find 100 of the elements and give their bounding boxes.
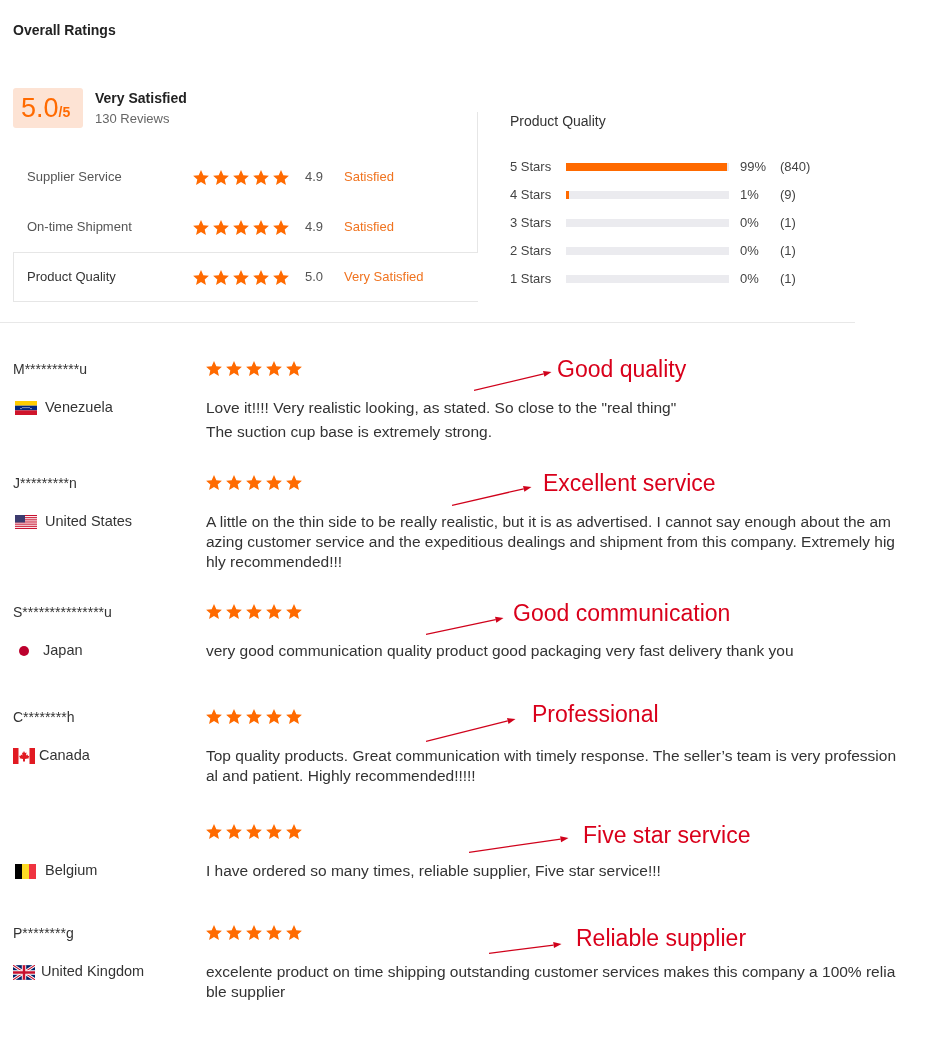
overall-verdict: Very Satisfied (95, 88, 187, 107)
country-name: Venezuela (45, 398, 113, 418)
review-text: very good communication quality product good packaging very fast delivery thank you (206, 641, 795, 661)
star-icon (226, 824, 242, 839)
star-icon (246, 925, 262, 940)
star-icon (206, 925, 222, 940)
star-icon (193, 169, 209, 185)
star-icon (286, 475, 302, 490)
star-icon (226, 361, 242, 376)
country-name: Belgium (45, 861, 98, 881)
star-icon (253, 269, 269, 285)
rating-verdict: Satisfied (344, 168, 394, 187)
star-icon (206, 604, 222, 619)
star-icon (286, 824, 302, 839)
rating-label: Product Quality (27, 268, 117, 287)
star-icon (206, 709, 222, 724)
star-icon (286, 361, 302, 376)
star-icon (193, 269, 209, 285)
percent-value: 0% (740, 270, 760, 289)
review-text: excelente product on time shipping outstanding customer services makes this company a 100% reliable supplier (206, 962, 897, 1002)
star-icon (246, 361, 262, 376)
country-name: United Kingdom (41, 962, 145, 982)
star-icon (266, 604, 282, 619)
review-text: Top quality products. Great communication with timely response. The seller’s team is very professional and patient. Highly recommended!!!!! (206, 746, 898, 786)
callout-label: Five star service (583, 822, 751, 848)
star-icon (286, 709, 302, 724)
percent-value: 1% (740, 186, 760, 205)
callout-label: Professional (532, 701, 659, 727)
star-icon (206, 824, 222, 839)
star-level-label: 3 Stars (510, 214, 553, 233)
star-icon (213, 269, 229, 285)
callout-label: Reliable supplier (576, 925, 747, 951)
flag-icon (15, 401, 37, 415)
star-icon (226, 709, 242, 724)
star-icon (226, 925, 242, 940)
star-icon (233, 169, 249, 185)
country-name: United States (45, 512, 133, 532)
star-icon (213, 169, 229, 185)
star-icon (246, 604, 262, 619)
star-icon (206, 475, 222, 490)
flag-icon (15, 863, 36, 879)
flag-icon (19, 646, 29, 656)
rating-row[interactable]: Product Quality 5.0 Very Satisfied (13, 252, 478, 302)
star-icon (266, 824, 282, 839)
count-value: (840) (780, 158, 811, 177)
reviewer-name: M**********u (13, 359, 87, 379)
breakdown-title: Product Quality (510, 112, 606, 130)
review-text: A little on the thin side to be really realistic, but it is as advertised. I cannot say enough about the amazing customer service and the expeditious dealings and shipment from this company. Extremely highly recommended!!! (206, 512, 896, 572)
star-level-label: 4 Stars (510, 186, 553, 205)
star-icon (273, 169, 289, 185)
star-icon (286, 925, 302, 940)
review-count: 130 Reviews (95, 109, 170, 128)
count-value: (1) (780, 270, 796, 289)
rating-verdict: Very Satisfied (344, 268, 424, 287)
star-icon (253, 169, 269, 185)
star-icon (226, 604, 242, 619)
star-icon (233, 219, 249, 235)
star-level-label: 1 Stars (510, 270, 553, 289)
star-icon (253, 219, 269, 235)
review-text: The suction cup base is extremely strong. (206, 422, 494, 442)
flag-icon (13, 748, 35, 764)
star-icon (213, 219, 229, 235)
star-icon (226, 475, 242, 490)
flag-icon (15, 515, 37, 529)
star-icon (266, 709, 282, 724)
star-icon (266, 925, 282, 940)
star-icon (206, 361, 222, 376)
score-value: 5.0 (21, 92, 59, 125)
count-value: (1) (780, 242, 796, 261)
star-icon (246, 475, 262, 490)
rating-score: 4.9 (305, 168, 325, 187)
percent-value: 0% (740, 214, 760, 233)
flag-icon (13, 964, 35, 980)
reviewer-name: S***************u (13, 602, 112, 622)
callout-label: Good quality (557, 356, 687, 382)
rating-verdict: Satisfied (344, 218, 394, 237)
star-icon (233, 269, 249, 285)
country-name: Canada (39, 746, 90, 766)
star-icon (273, 269, 289, 285)
star-icon (266, 361, 282, 376)
review-text: Love it!!!! Very realistic looking, as stated. So close to the "real thing" (206, 398, 678, 418)
callout-label: Good communication (513, 600, 731, 626)
rating-label: Supplier Service (27, 168, 123, 187)
section-title: Overall Ratings (13, 21, 116, 40)
rating-score: 4.9 (305, 218, 325, 237)
count-value: (9) (780, 186, 796, 205)
percent-value: 0% (740, 242, 760, 261)
rating-score: 5.0 (305, 268, 325, 287)
reviewer-name: C********h (13, 707, 75, 727)
callout-label: Excellent service (543, 470, 716, 496)
reviewer-name: J*********n (13, 473, 77, 493)
star-icon (246, 824, 262, 839)
count-value: (1) (780, 214, 796, 233)
star-icon (266, 475, 282, 490)
score-scale: /5 (58, 104, 71, 122)
star-icon (273, 219, 289, 235)
star-level-label: 5 Stars (510, 158, 553, 177)
star-icon (246, 709, 262, 724)
star-icon (286, 604, 302, 619)
rating-row[interactable]: Supplier Service 4.9 Satisfied (13, 152, 478, 202)
